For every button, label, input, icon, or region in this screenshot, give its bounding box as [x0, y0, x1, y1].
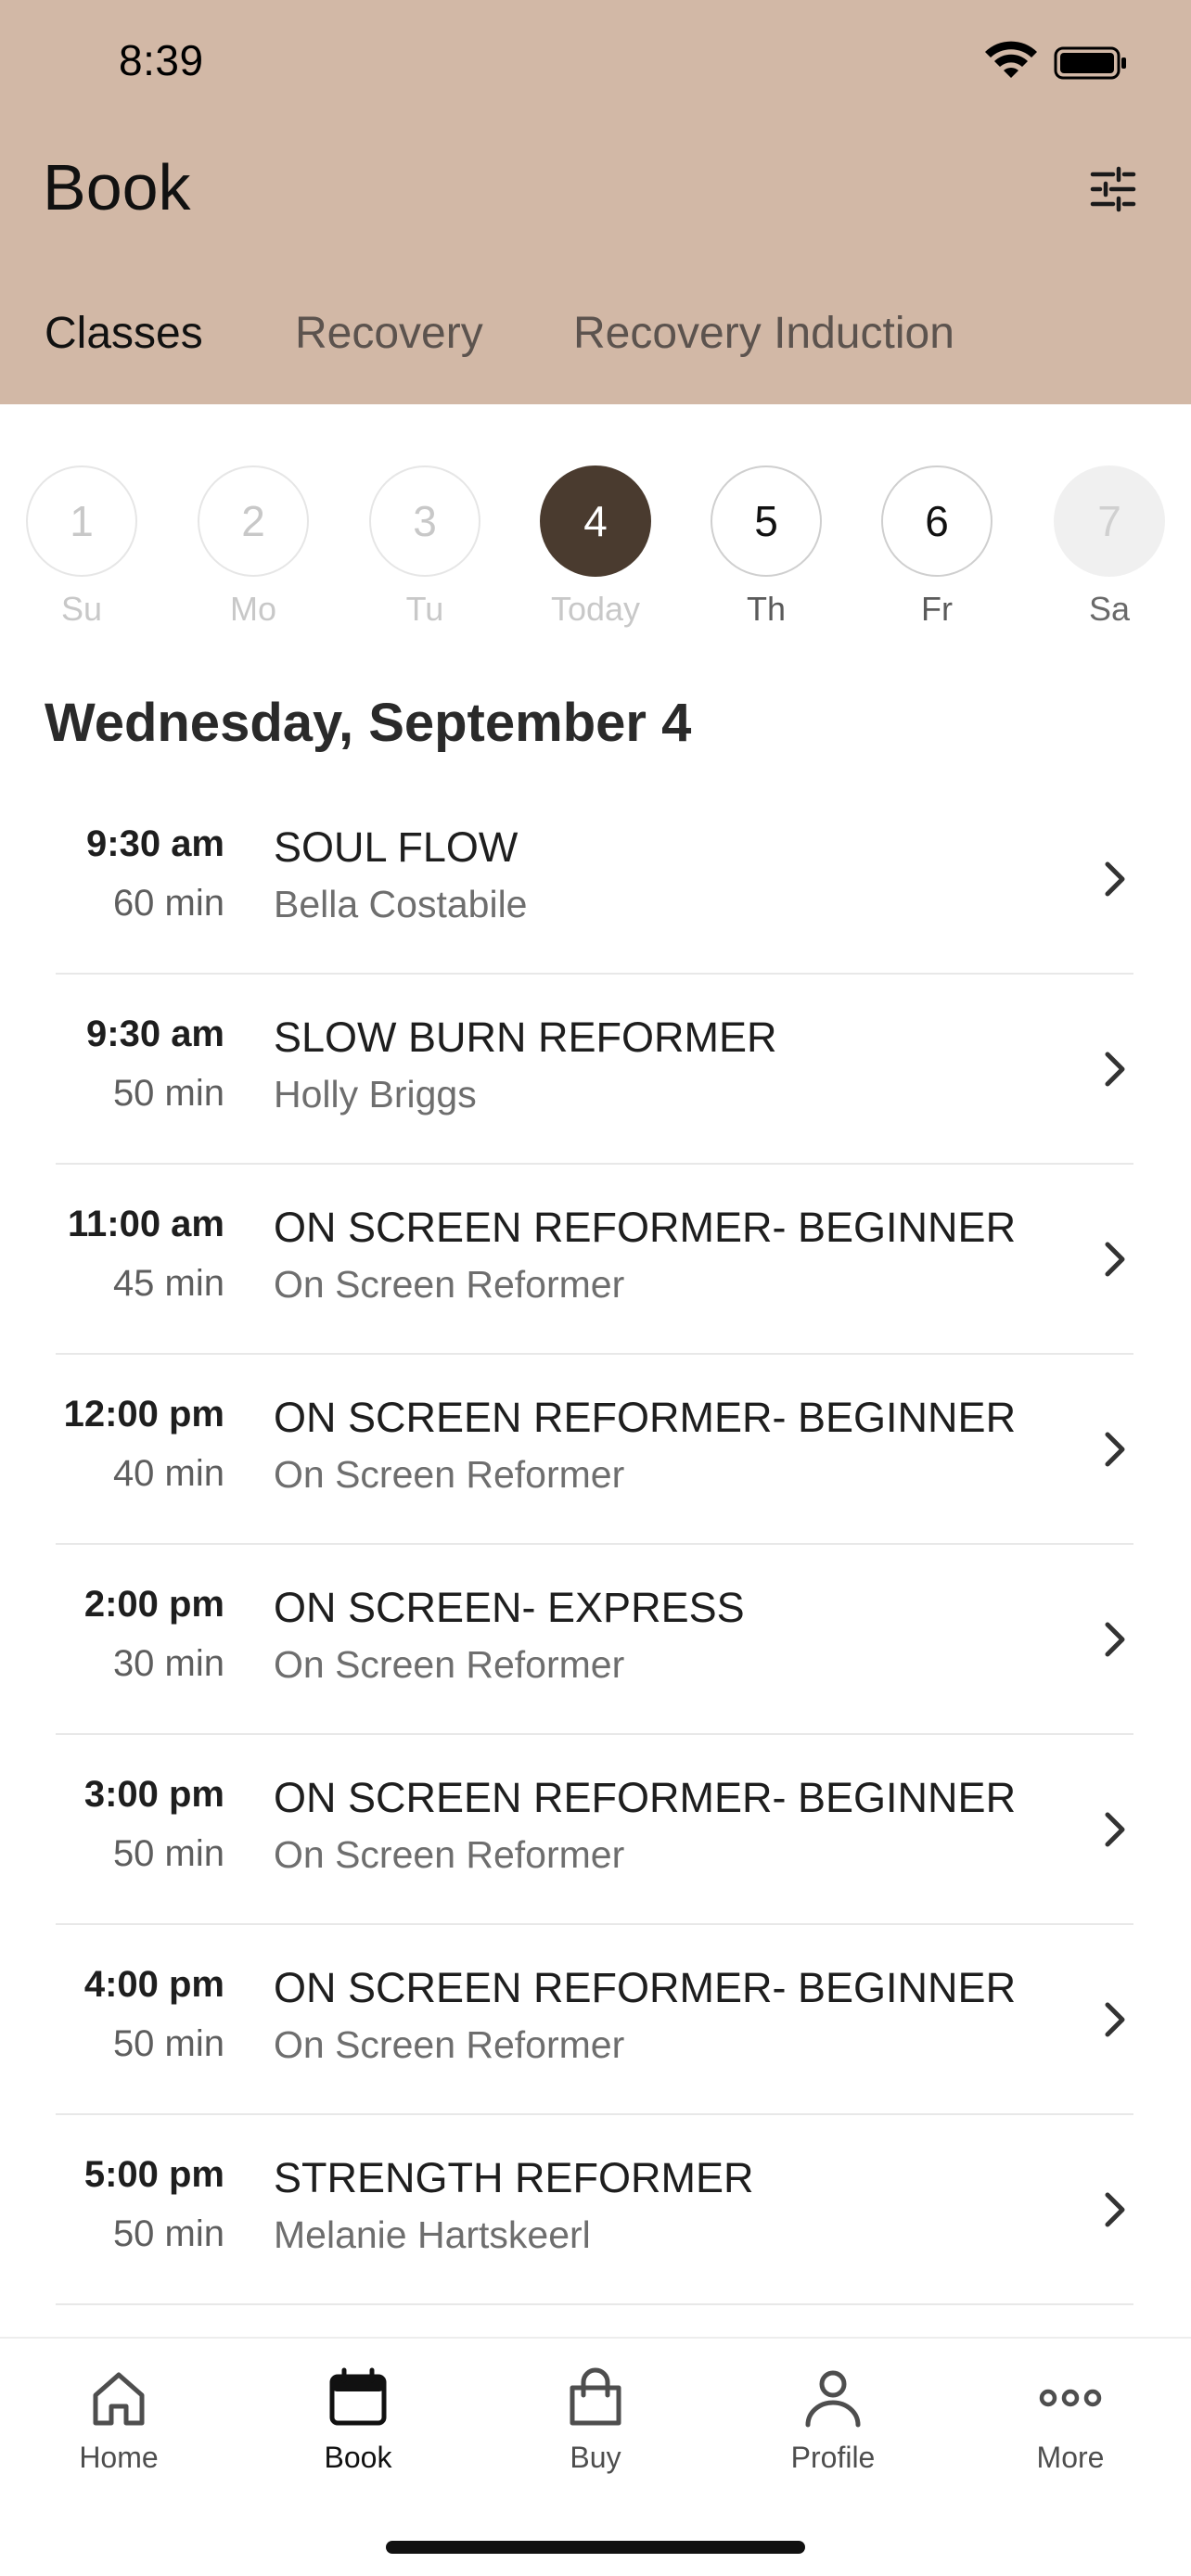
class-row[interactable]: 9:30 am 60 min SOUL FLOW Bella Costabile — [0, 784, 1191, 975]
class-name: ON SCREEN REFORMER- BEGINNER — [274, 1394, 1017, 1441]
nav-label: Home — [79, 2441, 159, 2474]
day-label: Sa — [1088, 590, 1131, 628]
class-list: 9:30 am 60 min SOUL FLOW Bella Costabile… — [0, 784, 1191, 2305]
day-4-today[interactable]: 4 Today — [538, 465, 653, 651]
wifi-icon — [985, 41, 1037, 78]
home-indicator — [386, 2541, 805, 2554]
nav-label: More — [1036, 2441, 1105, 2474]
header: 8:39 Book Classes Recovery Recovery Indu… — [0, 0, 1191, 404]
class-duration: 30 min — [112, 1643, 224, 1684]
class-time: 4:00 pm — [83, 1964, 224, 2005]
chevron-right-icon — [1105, 2192, 1125, 2227]
chevron-right-icon — [1105, 2002, 1125, 2037]
home-icon — [93, 2372, 145, 2426]
sliders-icon — [1090, 166, 1136, 212]
class-time: 12:00 pm — [63, 1394, 224, 1435]
class-duration: 50 min — [112, 1833, 224, 1874]
class-row[interactable]: 9:30 am 50 min SLOW BURN REFORMER Holly … — [0, 975, 1191, 1165]
day-number: 1 — [26, 465, 137, 577]
nav-buy[interactable]: Buy — [512, 2363, 679, 2493]
day-number: 2 — [198, 465, 309, 577]
class-instructor: On Screen Reformer — [274, 2023, 625, 2066]
class-instructor: Holly Briggs — [274, 1073, 477, 1116]
class-name: ON SCREEN REFORMER- BEGINNER — [274, 1204, 1017, 1251]
class-name: ON SCREEN REFORMER- BEGINNER — [274, 1964, 1017, 2011]
tab-recovery[interactable]: Recovery — [295, 308, 483, 359]
filter-button[interactable] — [1080, 156, 1146, 223]
class-row[interactable]: 3:00 pm 50 min ON SCREEN REFORMER- BEGIN… — [0, 1735, 1191, 1925]
class-row[interactable]: 2:00 pm 30 min ON SCREEN- EXPRESS On Scr… — [0, 1545, 1191, 1735]
class-instructor: On Screen Reformer — [274, 1263, 625, 1306]
class-row[interactable]: 5:00 pm 50 min STRENGTH REFORMER Melanie… — [0, 2115, 1191, 2305]
day-label: Fr — [921, 590, 953, 628]
class-name: ON SCREEN REFORMER- BEGINNER — [274, 1774, 1017, 1821]
day-number: 7 — [1054, 465, 1165, 577]
class-duration: 45 min — [112, 1263, 224, 1304]
day-6[interactable]: 6 Fr — [879, 465, 994, 651]
day-number: 5 — [711, 465, 822, 577]
chevron-right-icon — [1105, 1432, 1125, 1467]
more-dots-icon — [1039, 2389, 1102, 2407]
class-name: ON SCREEN- EXPRESS — [274, 1584, 745, 1631]
nav-book[interactable]: Book — [275, 2363, 442, 2493]
nav-profile[interactable]: Profile — [749, 2363, 916, 2493]
day-2[interactable]: 2 Mo — [196, 465, 311, 651]
day-number: 3 — [369, 465, 480, 577]
nav-home[interactable]: Home — [35, 2363, 202, 2493]
class-time: 11:00 am — [67, 1204, 224, 1244]
class-name: SOUL FLOW — [274, 823, 519, 871]
chevron-right-icon — [1105, 1052, 1125, 1087]
person-icon — [805, 2370, 861, 2428]
class-name: STRENGTH REFORMER — [274, 2154, 754, 2201]
class-duration: 60 min — [112, 883, 224, 924]
day-label: Today — [550, 590, 641, 628]
class-name: SLOW BURN REFORMER — [274, 1014, 777, 1061]
class-instructor: Melanie Hartskeerl — [274, 2213, 591, 2256]
class-row[interactable]: 12:00 pm 40 min ON SCREEN REFORMER- BEGI… — [0, 1355, 1191, 1545]
class-time: 9:30 am — [86, 1014, 224, 1054]
battery-icon — [1054, 46, 1126, 80]
selected-date-heading: Wednesday, September 4 — [45, 693, 692, 753]
day-label: Su — [60, 590, 103, 628]
day-number: 6 — [881, 465, 992, 577]
class-instructor: On Screen Reformer — [274, 1833, 625, 1876]
shopping-bag-icon — [570, 2367, 621, 2426]
tab-bar: Classes Recovery Recovery Induction — [0, 297, 1191, 371]
class-row[interactable]: 4:00 pm 50 min ON SCREEN REFORMER- BEGIN… — [0, 1925, 1191, 2115]
class-row[interactable]: 11:00 am 45 min ON SCREEN REFORMER- BEGI… — [0, 1165, 1191, 1355]
status-time: 8:39 — [119, 36, 204, 84]
class-time: 5:00 pm — [83, 2154, 224, 2195]
page-title: Book — [43, 151, 191, 223]
class-duration: 40 min — [112, 1453, 224, 1494]
day-7[interactable]: 7 Sa — [1052, 465, 1167, 651]
nav-label: Profile — [790, 2441, 876, 2474]
nav-label: Buy — [570, 2441, 621, 2474]
day-label: Mo — [229, 590, 276, 628]
chevron-right-icon — [1105, 1622, 1125, 1657]
date-strip: 1 Su 2 Mo 3 Tu 4 Today 5 Th 6 Fr 7 Sa — [0, 404, 1191, 645]
class-time: 9:30 am — [86, 823, 224, 864]
class-instructor: On Screen Reformer — [274, 1453, 625, 1496]
class-time: 3:00 pm — [83, 1774, 224, 1815]
tab-recovery-induction[interactable]: Recovery Induction — [573, 308, 954, 359]
calendar-icon — [329, 2367, 387, 2426]
day-1[interactable]: 1 Su — [24, 465, 139, 651]
chevron-right-icon — [1105, 1812, 1125, 1847]
tab-classes[interactable]: Classes — [45, 308, 203, 359]
day-label: Th — [746, 590, 786, 628]
class-duration: 50 min — [112, 1073, 224, 1114]
nav-more[interactable]: More — [987, 2363, 1154, 2493]
class-instructor: On Screen Reformer — [274, 1643, 625, 1686]
nav-label: Book — [324, 2441, 392, 2474]
day-3[interactable]: 3 Tu — [367, 465, 482, 651]
class-duration: 50 min — [112, 2023, 224, 2064]
class-instructor: Bella Costabile — [274, 883, 528, 925]
class-time: 2:00 pm — [83, 1584, 224, 1625]
chevron-right-icon — [1105, 1242, 1125, 1277]
day-number: 4 — [540, 465, 651, 577]
day-5[interactable]: 5 Th — [709, 465, 824, 651]
class-duration: 50 min — [112, 2213, 224, 2254]
chevron-right-icon — [1105, 861, 1125, 897]
day-label: Tu — [405, 590, 444, 628]
